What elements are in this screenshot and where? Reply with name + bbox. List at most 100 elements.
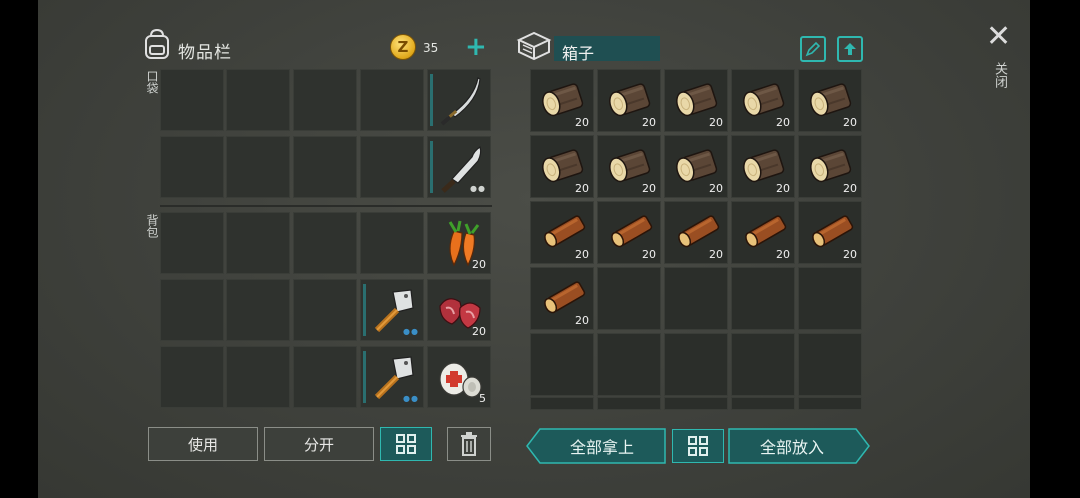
inventory-slot[interactable]	[293, 69, 357, 131]
container-slot[interactable]: 20	[530, 135, 594, 198]
container-slot[interactable]	[664, 397, 728, 410]
quality-dots: ●●	[470, 184, 486, 193]
inventory-slot[interactable]	[293, 212, 357, 274]
item-quantity: 20	[575, 182, 589, 195]
durability-bar	[363, 351, 366, 403]
inventory-slot[interactable]	[293, 279, 357, 341]
inventory-slot[interactable]	[293, 346, 357, 408]
container-slot[interactable]	[798, 333, 862, 396]
sort-inventory-button[interactable]	[380, 427, 432, 461]
coin-count: 35	[423, 41, 439, 55]
inventory-slot[interactable]	[226, 136, 290, 198]
close-label[interactable]: 关闭	[990, 62, 1009, 88]
container-slot[interactable]: 20	[798, 135, 862, 198]
container-slot[interactable]	[530, 397, 594, 410]
inventory-panel: 物品栏 Z 35 + 口袋 背包 ●● 20 ●● 20 ●● 5 使用 分开 …	[38, 0, 1030, 498]
container-slot[interactable]: 20	[597, 135, 661, 198]
container-slot[interactable]: 20	[731, 69, 795, 132]
item-quantity: 20	[709, 116, 723, 129]
item-quantity: 20	[472, 325, 486, 338]
backpack-icon	[142, 28, 172, 64]
take-all-button[interactable]: 全部拿上	[526, 428, 666, 464]
take-all-label: 全部拿上	[569, 438, 634, 457]
inventory-slot[interactable]	[160, 346, 224, 408]
container-slot[interactable]: 20	[731, 201, 795, 264]
container-slot[interactable]	[798, 267, 862, 330]
container-slot[interactable]	[664, 333, 728, 396]
rename-button[interactable]	[800, 36, 826, 62]
add-coins-button[interactable]: +	[465, 34, 487, 60]
put-all-button[interactable]: 全部放入	[728, 428, 870, 464]
inventory-slot[interactable]	[226, 346, 290, 408]
pocket-label: 口袋	[145, 70, 159, 94]
item-quantity: 20	[843, 182, 857, 195]
durability-bar	[430, 74, 433, 126]
inventory-slot[interactable]: ●●	[427, 136, 491, 198]
container-slot[interactable]: 20	[731, 135, 795, 198]
container-slot[interactable]	[597, 267, 661, 330]
trash-icon	[461, 432, 477, 456]
container-slot[interactable]: 20	[597, 69, 661, 132]
container-slot[interactable]: 20	[798, 201, 862, 264]
edit-icon	[805, 41, 821, 57]
sort-container-button[interactable]	[672, 429, 724, 463]
inventory-slot[interactable]	[360, 212, 424, 274]
container-slot[interactable]: 20	[798, 69, 862, 132]
inventory-slot[interactable]	[360, 69, 424, 131]
inventory-slot[interactable]	[293, 136, 357, 198]
item-quantity: 20	[575, 248, 589, 261]
inventory-slot[interactable]	[226, 212, 290, 274]
grid-icon	[688, 436, 708, 456]
inventory-slot[interactable]: 20	[427, 212, 491, 274]
quality-dots: ●●	[403, 394, 419, 403]
grid-icon	[396, 434, 416, 454]
inventory-slot[interactable]: 5	[427, 346, 491, 408]
container-slot[interactable]	[597, 333, 661, 396]
inventory-slot[interactable]	[160, 212, 224, 274]
item-quantity: 20	[843, 248, 857, 261]
upload-button[interactable]	[837, 36, 863, 62]
container-slot[interactable]	[731, 267, 795, 330]
put-all-label: 全部放入	[759, 438, 824, 457]
game-screen: 物品栏 Z 35 + 口袋 背包 ●● 20 ●● 20 ●● 5 使用 分开 …	[0, 0, 1080, 498]
container-slot[interactable]: 20	[664, 69, 728, 132]
container-slot[interactable]: 20	[597, 201, 661, 264]
container-slot[interactable]	[530, 333, 594, 396]
inventory-slot[interactable]	[160, 279, 224, 341]
item-quantity: 5	[479, 392, 486, 405]
item-quantity: 20	[472, 258, 486, 271]
inventory-slot[interactable]	[226, 279, 290, 341]
container-slot[interactable]	[798, 397, 862, 410]
container-name-field[interactable]: 箱子	[554, 36, 660, 63]
container-slot[interactable]: 20	[664, 135, 728, 198]
container-slot[interactable]	[597, 397, 661, 410]
inventory-slot[interactable]	[160, 69, 224, 131]
container-slot[interactable]: 20	[530, 69, 594, 132]
inventory-slot[interactable]	[427, 69, 491, 131]
inventory-slot[interactable]	[360, 136, 424, 198]
container-slot[interactable]	[664, 267, 728, 330]
inventory-slot[interactable]: ●●	[360, 346, 424, 408]
close-icon[interactable]: ✕	[986, 22, 1011, 52]
item-quantity: 20	[642, 248, 656, 261]
split-button[interactable]: 分开	[264, 427, 374, 461]
item-quantity: 20	[575, 116, 589, 129]
katana-icon	[434, 76, 486, 126]
inventory-slot[interactable]: 20	[427, 279, 491, 341]
inventory-slot[interactable]	[160, 136, 224, 198]
trash-button[interactable]	[447, 427, 491, 461]
upload-icon	[844, 43, 856, 55]
item-quantity: 20	[642, 182, 656, 195]
backpack-label: 背包	[145, 214, 159, 238]
item-quantity: 20	[776, 116, 790, 129]
use-button[interactable]: 使用	[148, 427, 258, 461]
inventory-slot[interactable]: ●●	[360, 279, 424, 341]
inventory-slot[interactable]	[226, 69, 290, 131]
container-slot[interactable]: 20	[664, 201, 728, 264]
container-slot[interactable]: 20	[530, 267, 594, 330]
container-slot[interactable]	[731, 397, 795, 410]
durability-bar	[363, 284, 366, 336]
coin-icon: Z	[390, 34, 416, 60]
container-slot[interactable]	[731, 333, 795, 396]
container-slot[interactable]: 20	[530, 201, 594, 264]
